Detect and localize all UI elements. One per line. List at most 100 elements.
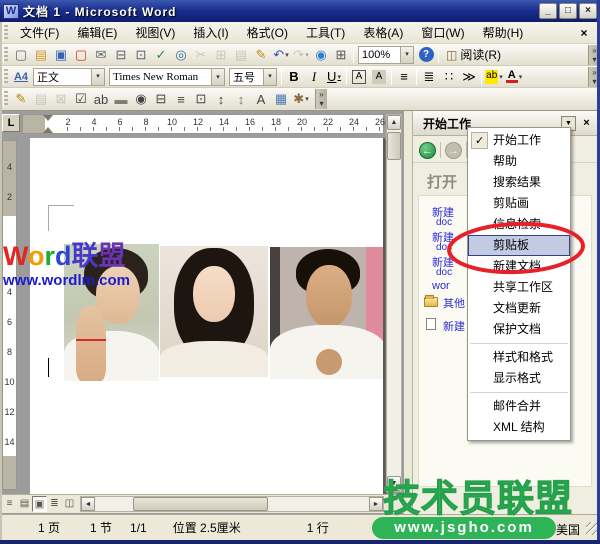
toolbar-button-icon[interactable]: ▢ [71, 45, 91, 64]
toolbar-drag-handle[interactable] [3, 69, 8, 85]
control-button-icon[interactable]: ◉ [131, 90, 151, 109]
first-line-indent-marker[interactable] [43, 115, 53, 121]
font-size-select[interactable]: 五号 ▾ [229, 68, 277, 86]
horizontal-scrollbar[interactable]: ◄ ► [80, 496, 384, 512]
control-button-icon[interactable]: ☑ [71, 90, 91, 109]
more-documents-link[interactable]: 其他 [443, 295, 465, 311]
portrait-photo-3[interactable] [270, 247, 385, 379]
scroll-left-icon[interactable]: ◄ [81, 497, 95, 511]
pane-menu-item[interactable]: 显示格式 [468, 368, 570, 389]
view-button-icon[interactable]: ▣ [32, 496, 47, 512]
menu-item[interactable]: 格式(O) [238, 22, 297, 43]
underline-icon[interactable]: U [324, 67, 344, 86]
pane-menu-item[interactable]: 样式和格式 [468, 347, 570, 368]
toolbar-button-icon[interactable]: ▤ [31, 45, 51, 64]
create-document-link[interactable]: 新建 [443, 318, 465, 334]
bullet-list-icon[interactable]: ∷ [439, 67, 459, 86]
pane-menu-item[interactable]: 开始工作 [468, 130, 570, 151]
back-icon[interactable]: ← [419, 142, 436, 159]
numbered-list-icon[interactable]: ≣ [419, 67, 439, 86]
control-button-icon[interactable]: A [251, 90, 271, 109]
toolbar-drag-handle[interactable] [3, 47, 8, 63]
pane-menu-item[interactable]: 剪贴画 [468, 193, 570, 214]
control-button-icon[interactable]: ↕ [231, 90, 251, 109]
menu-item[interactable]: 工具(T) [297, 22, 354, 43]
pane-menu-item[interactable]: 帮助 [468, 151, 570, 172]
close-document-icon[interactable]: × [576, 26, 592, 40]
menu-item[interactable]: 视图(V) [126, 22, 184, 43]
toolbar-button-icon[interactable]: ⊞ [211, 45, 231, 64]
vertical-scrollbar[interactable]: ▲ ▼ [386, 114, 402, 492]
toolbar-button-icon[interactable]: ↶ [271, 45, 291, 64]
pane-menu-item[interactable]: 文档更新 [468, 298, 570, 319]
indent-icon[interactable]: ≫ [459, 67, 479, 86]
minimize-button[interactable]: _ [539, 3, 557, 19]
control-button-icon[interactable]: ▤ [31, 90, 51, 109]
scroll-up-icon[interactable]: ▲ [387, 115, 401, 130]
toolbar-button-icon[interactable]: ⊟ [111, 45, 131, 64]
font-select[interactable]: Times New Roman ▾ [109, 68, 225, 86]
bold-icon[interactable]: B [284, 67, 304, 86]
character-shading-icon[interactable]: A [372, 70, 386, 84]
toolbar-button-icon[interactable]: ▤ [231, 45, 251, 64]
menu-item[interactable]: 编辑(E) [68, 22, 126, 43]
menu-item[interactable]: 窗口(W) [412, 22, 473, 43]
reading-layout-button[interactable]: ◫ 阅读(R) [441, 45, 506, 64]
close-button[interactable]: × [579, 3, 597, 19]
toolbar-options-icon[interactable]: »▾ [315, 89, 327, 109]
style-select[interactable]: 正文 ▾ [33, 68, 105, 86]
tab-selector-button[interactable]: L [2, 114, 20, 132]
recent-document-link[interactable]: wor [432, 280, 450, 292]
view-button-icon[interactable]: ≣ [47, 496, 62, 512]
control-button-icon[interactable]: ⊠ [51, 90, 71, 109]
portrait-photo-2[interactable] [160, 246, 268, 377]
toolbar-button-icon[interactable]: ✎ [251, 45, 271, 64]
title-bar[interactable]: W 文档 1 - Microsoft Word _ □ × [0, 0, 600, 22]
toolbar-button-icon[interactable]: ▣ [51, 45, 71, 64]
horizontal-scroll-thumb[interactable] [133, 497, 268, 511]
control-button-icon[interactable]: ✎ [11, 90, 31, 109]
control-button-icon[interactable]: ▬ [111, 90, 131, 109]
toolbar-button-icon[interactable]: ▢ [11, 45, 31, 64]
control-button-icon[interactable]: ✱ [291, 90, 311, 109]
control-button-icon[interactable]: ▦ [271, 90, 291, 109]
scroll-right-icon[interactable]: ► [369, 497, 383, 511]
toolbar-button-icon[interactable]: ↷ [291, 45, 311, 64]
view-button-icon[interactable]: ≡ [2, 496, 17, 512]
menu-item[interactable]: 表格(A) [354, 22, 412, 43]
toolbar-button-icon[interactable]: ⊞ [331, 45, 351, 64]
maximize-button[interactable]: □ [559, 3, 577, 19]
document-page[interactable] [30, 138, 385, 494]
toolbar-drag-handle[interactable] [3, 91, 8, 107]
pane-menu-item[interactable]: 共享工作区 [468, 277, 570, 298]
forward-icon[interactable]: → [445, 142, 462, 159]
font-color-icon[interactable]: A [506, 70, 518, 83]
chevron-down-icon[interactable]: ▾ [91, 69, 104, 85]
styles-and-formatting-icon[interactable]: A4 [14, 71, 28, 83]
view-button-icon[interactable]: ▤ [17, 496, 32, 512]
hanging-indent-marker[interactable] [43, 127, 53, 133]
highlight-icon[interactable]: ab [485, 70, 498, 84]
menu-item[interactable]: 插入(I) [184, 22, 237, 43]
toolbar-button-icon[interactable]: ⊡ [131, 45, 151, 64]
help-icon[interactable]: ? [419, 47, 434, 62]
toolbar-drag-handle[interactable] [3, 25, 8, 41]
menu-item[interactable]: 文件(F) [11, 22, 68, 43]
zoom-select[interactable]: 100% ▾ [358, 46, 414, 64]
toolbar-button-icon[interactable]: ✂ [191, 45, 211, 64]
pane-menu-item[interactable]: 邮件合并 [468, 396, 570, 417]
view-button-icon[interactable]: ◫ [62, 496, 77, 512]
control-button-icon[interactable]: ⊡ [191, 90, 211, 109]
chevron-down-icon[interactable]: ▾ [263, 69, 276, 85]
center-align-icon[interactable]: ≡ [394, 67, 414, 86]
italic-icon[interactable]: I [304, 67, 324, 86]
control-button-icon[interactable]: ≡ [171, 90, 191, 109]
control-button-icon[interactable]: ↕ [211, 90, 231, 109]
control-button-icon[interactable]: ab [91, 90, 111, 109]
toolbar-button-icon[interactable]: ◉ [311, 45, 331, 64]
character-border-icon[interactable]: A [352, 70, 366, 84]
control-button-icon[interactable]: ⊟ [151, 90, 171, 109]
menu-item[interactable]: 帮助(H) [474, 22, 533, 43]
vertical-scroll-thumb[interactable] [387, 132, 401, 160]
toolbar-button-icon[interactable]: ✓ [151, 45, 171, 64]
